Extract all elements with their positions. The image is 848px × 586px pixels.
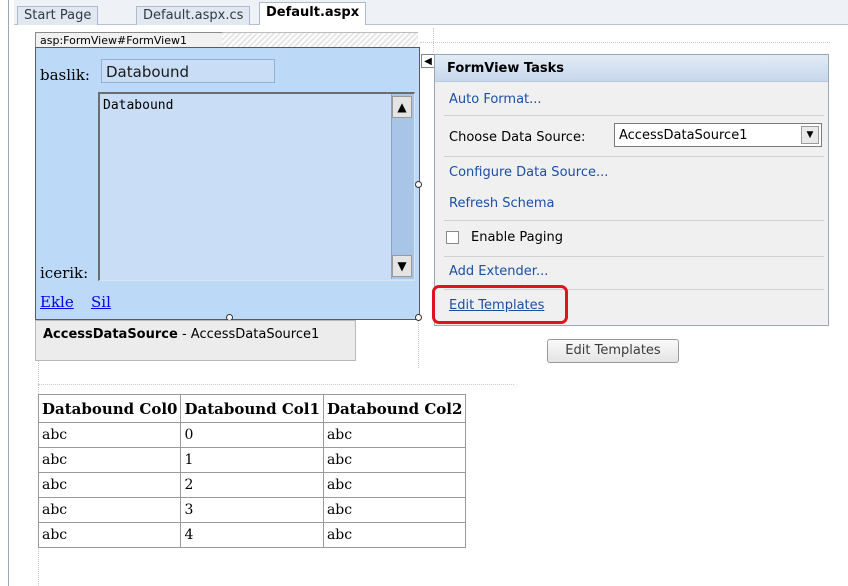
data-source-value: AccessDataSource1 [619, 128, 748, 143]
data-source-id: AccessDataSource1 [190, 327, 320, 342]
data-source-caption: AccessDataSource - AccessDataSource1 [43, 327, 319, 342]
ekle-link[interactable]: Ekle [40, 293, 74, 311]
grid-cell: 4 [180, 522, 324, 548]
grid-cell: abc [37, 422, 182, 448]
table-row: abc 4 abc [37, 522, 467, 548]
tasks-title: FormView Tasks [435, 55, 828, 82]
tab-default-aspx[interactable]: Default.aspx [259, 2, 367, 25]
grid-cell: 0 [180, 422, 324, 448]
data-source-separator: - [177, 327, 191, 342]
refresh-schema-link[interactable]: Refresh Schema [449, 196, 555, 211]
data-source-type: AccessDataSource [43, 327, 178, 342]
enable-paging-label[interactable]: Enable Paging [471, 230, 563, 245]
separator [444, 220, 824, 221]
grid-cell: abc [37, 447, 182, 473]
table-row: abc 3 abc [37, 497, 467, 523]
grid-cell: abc [322, 422, 467, 448]
scroll-down-icon[interactable]: ▼ [392, 255, 412, 277]
grid-cell: abc [322, 522, 467, 548]
grid-cell: abc [322, 447, 467, 473]
dotted-guide [420, 42, 830, 43]
edit-templates-button[interactable]: Edit Templates [547, 339, 679, 363]
grid-cell: 3 [180, 497, 324, 523]
dotted-guide [38, 384, 514, 385]
resize-handle-corner[interactable] [415, 314, 422, 321]
grid-header-cell: Databound Col2 [322, 394, 467, 423]
grid-header-row: Databound Col0 Databound Col1 Databound … [37, 394, 467, 423]
icerik-textarea[interactable] [98, 92, 415, 281]
grid-cell: abc [322, 472, 467, 498]
sil-link[interactable]: Sil [91, 293, 111, 311]
table-row: abc 2 abc [37, 472, 467, 498]
grid-header-cell: Databound Col0 [37, 394, 182, 423]
grid-cell: 1 [180, 447, 324, 473]
grid-header-cell: Databound Col1 [180, 394, 324, 423]
table-row: abc 1 abc [37, 447, 467, 473]
configure-data-source-link[interactable]: Configure Data Source... [449, 165, 608, 180]
grid-cell: abc [37, 472, 182, 498]
separator [444, 156, 824, 157]
resize-handle-right[interactable] [415, 181, 422, 188]
baslik-field[interactable]: Databound [101, 59, 275, 83]
smart-tag-chevron-icon[interactable]: ◀ [421, 54, 435, 68]
icerik-label: icerik: [40, 264, 89, 282]
grid-cell: abc [37, 522, 182, 548]
add-extender-link[interactable]: Add Extender... [449, 264, 548, 279]
enable-paging-checkbox[interactable] [446, 231, 459, 244]
auto-format-link[interactable]: Auto Format... [449, 92, 542, 107]
formview-tag-hatch [222, 32, 418, 48]
grid-cell: abc [37, 497, 182, 523]
table-row: abc 0 abc [37, 422, 467, 448]
dotted-guide [418, 318, 419, 368]
grid-cell: abc [322, 497, 467, 523]
baslik-label: baslik: [40, 66, 90, 84]
choose-data-source-label: Choose Data Source: [449, 130, 586, 145]
databound-grid[interactable]: Databound Col0 Databound Col1 Databound … [37, 394, 467, 548]
formview-tag[interactable]: asp:FormView#FormView1 [35, 32, 223, 48]
editor-left-border [8, 0, 9, 586]
icerik-scrollbar[interactable] [391, 94, 414, 279]
separator [444, 115, 824, 116]
grid-cell: 2 [180, 472, 324, 498]
tab-default-aspx-cs[interactable]: Default.aspx.cs [136, 6, 251, 25]
tab-start-page[interactable]: Start Page [17, 6, 99, 25]
highlight-annotation [432, 285, 568, 324]
icerik-value: Databound [103, 98, 174, 113]
dotted-guide [433, 28, 434, 52]
chevron-down-icon[interactable]: ▼ [801, 126, 819, 144]
separator [444, 256, 824, 257]
scroll-up-icon[interactable]: ▲ [392, 96, 412, 118]
